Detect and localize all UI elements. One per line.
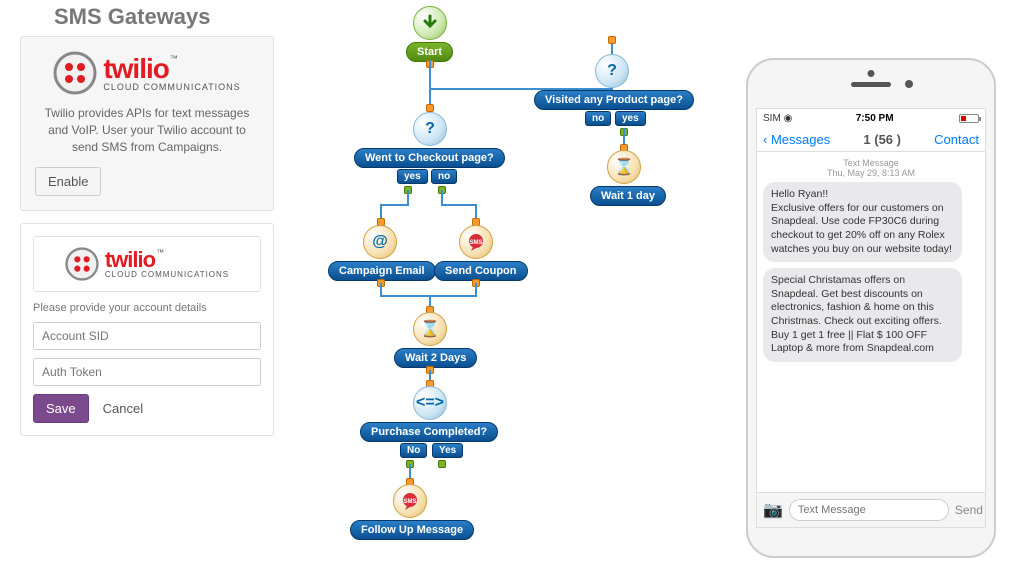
battery-icon bbox=[959, 114, 979, 123]
svg-text:SMS: SMS bbox=[403, 499, 416, 505]
conversation-title: 1 (56 ) bbox=[863, 132, 901, 147]
no-label[interactable]: no bbox=[585, 111, 611, 126]
connector-dot bbox=[608, 36, 616, 44]
phone-screen: SIM ◉ 7:50 PM ‹ Messages 1 (56 ) Contact… bbox=[756, 108, 986, 528]
twilio-credentials-card: twilio™ CLOUD COMMUNICATIONS Please provi… bbox=[20, 223, 274, 436]
send-button[interactable]: Send bbox=[955, 503, 983, 517]
page-title: SMS Gateways bbox=[54, 4, 274, 30]
sms-icon[interactable]: SMS bbox=[393, 484, 427, 518]
save-button[interactable]: Save bbox=[33, 394, 89, 423]
twilio-description: Twilio provides APIs for text messages a… bbox=[35, 105, 259, 155]
sms-icon[interactable]: SMS bbox=[459, 225, 493, 259]
wait-2-days-node[interactable]: Wait 2 Days bbox=[394, 348, 477, 368]
purchase-question-node[interactable]: Purchase Completed? bbox=[360, 422, 498, 442]
connector-dot bbox=[438, 460, 446, 468]
status-bar: SIM ◉ 7:50 PM bbox=[757, 109, 985, 128]
phone-sensor bbox=[868, 70, 875, 77]
message-composer: 📷 Send bbox=[757, 492, 985, 527]
email-icon[interactable]: @ bbox=[363, 225, 397, 259]
start-node[interactable]: Start bbox=[406, 42, 453, 62]
twilio-word: twilio bbox=[105, 247, 155, 272]
status-time: 7:50 PM bbox=[856, 113, 894, 124]
send-coupon-node[interactable]: Send Coupon bbox=[434, 261, 528, 281]
back-label: Messages bbox=[771, 132, 830, 147]
product-question-node[interactable]: Visited any Product page? bbox=[534, 90, 694, 110]
tm: ™ bbox=[170, 54, 178, 63]
credentials-hint: Please provide your account details bbox=[33, 302, 261, 314]
checkout-question-node[interactable]: Went to Checkout page? bbox=[354, 148, 505, 168]
connector bbox=[441, 204, 477, 206]
decision-icon[interactable]: ? bbox=[595, 54, 629, 88]
wait-1-day-node[interactable]: Wait 1 day bbox=[590, 186, 666, 206]
yes-label[interactable]: Yes bbox=[432, 443, 463, 458]
twilio-logo-small: twilio™ CLOUD COMMUNICATIONS bbox=[33, 236, 261, 292]
enable-button[interactable]: Enable bbox=[35, 167, 101, 196]
message-bubble: Hello Ryan!! Exclusive offers for our cu… bbox=[763, 182, 962, 262]
twilio-word: twilio bbox=[103, 53, 169, 84]
start-icon[interactable] bbox=[413, 6, 447, 40]
connector bbox=[429, 60, 431, 90]
wait-icon[interactable]: ⌛ bbox=[607, 150, 641, 184]
phone-speaker bbox=[851, 82, 891, 87]
twilio-icon bbox=[65, 247, 99, 281]
connector-dot bbox=[426, 104, 434, 112]
follow-up-node[interactable]: Follow Up Message bbox=[350, 520, 474, 540]
message-meta: Text MessageThu, May 29, 8:13 AM bbox=[763, 158, 979, 178]
wait-icon[interactable]: ⌛ bbox=[413, 312, 447, 346]
tm: ™ bbox=[156, 248, 164, 257]
wifi-icon: ◉ bbox=[784, 113, 793, 124]
nav-bar: ‹ Messages 1 (56 ) Contact bbox=[757, 128, 985, 152]
no-label[interactable]: No bbox=[400, 443, 427, 458]
campaign-email-node[interactable]: Campaign Email bbox=[328, 261, 436, 281]
camera-icon[interactable]: 📷 bbox=[763, 500, 783, 520]
yes-label[interactable]: yes bbox=[615, 111, 646, 126]
decision-icon[interactable]: ? bbox=[413, 112, 447, 146]
twilio-tagline: CLOUD COMMUNICATIONS bbox=[103, 83, 240, 92]
flowchart: Start ? Went to Checkout page? yes no ? … bbox=[300, 0, 740, 561]
phone-camera bbox=[905, 80, 913, 88]
back-button[interactable]: ‹ Messages bbox=[763, 132, 830, 147]
carrier: SIM bbox=[763, 113, 781, 124]
messages-area[interactable]: Text MessageThu, May 29, 8:13 AM Hello R… bbox=[757, 152, 985, 492]
cancel-button[interactable]: Cancel bbox=[99, 395, 147, 422]
message-bubble: Special Christamas offers on Snapdeal. G… bbox=[763, 268, 962, 362]
twilio-enable-card: twilio™ CLOUD COMMUNICATIONS Twilio provi… bbox=[20, 36, 274, 211]
no-label[interactable]: no bbox=[431, 169, 457, 184]
chevron-left-icon: ‹ bbox=[763, 132, 767, 147]
compose-input[interactable] bbox=[789, 499, 949, 521]
twilio-icon bbox=[53, 51, 97, 95]
svg-text:SMS: SMS bbox=[469, 240, 482, 246]
connector bbox=[380, 204, 408, 206]
phone-mockup: SIM ◉ 7:50 PM ‹ Messages 1 (56 ) Contact… bbox=[746, 58, 996, 558]
compare-icon[interactable]: <=> bbox=[413, 386, 447, 420]
contact-button[interactable]: Contact bbox=[934, 132, 979, 147]
account-sid-input[interactable] bbox=[33, 322, 261, 350]
yes-label[interactable]: yes bbox=[397, 169, 428, 184]
auth-token-input[interactable] bbox=[33, 358, 261, 386]
twilio-tagline: CLOUD COMMUNICATIONS bbox=[105, 271, 229, 279]
connector bbox=[380, 295, 476, 297]
twilio-logo: twilio™ CLOUD COMMUNICATIONS bbox=[35, 51, 259, 95]
